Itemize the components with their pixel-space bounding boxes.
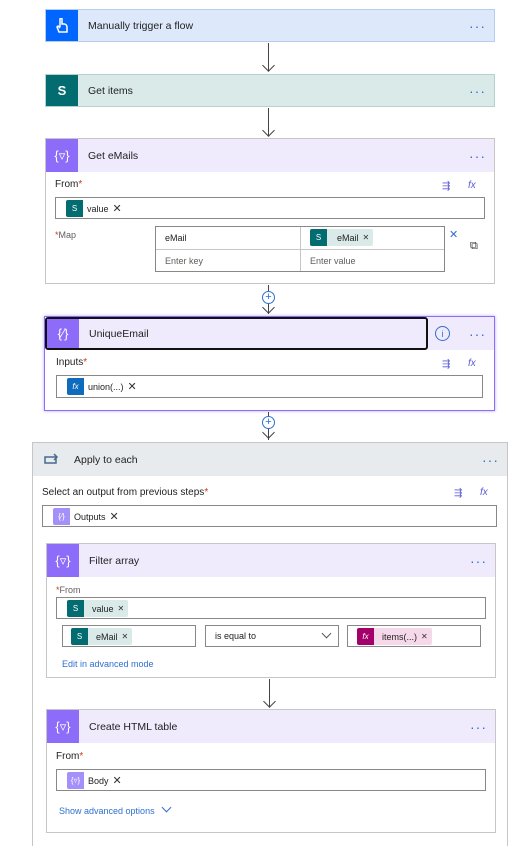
remove-token-icon[interactable]: ✕ [113,202,122,215]
arrow-head-icon [262,301,275,314]
body-token[interactable]: {▿} Body ✕ [67,772,126,789]
switch-map-mode-icon[interactable]: ⧉ [470,240,478,253]
dynamic-content-icon[interactable]: ⇶ [442,181,450,192]
expression-icon[interactable]: fx [480,487,488,498]
compose-icon: {∕} [47,319,79,348]
remove-token-icon[interactable]: ✕ [113,774,122,787]
sharepoint-icon: S [71,628,88,645]
edit-advanced-mode-link[interactable]: Edit in advanced mode [62,659,154,669]
sharepoint-icon: S [310,229,327,246]
apply-to-each-title: Apply to each [74,453,138,466]
from-field[interactable]: S value ✕ [55,197,485,219]
enter-value-field[interactable]: Enter value [310,256,356,266]
delete-row-icon[interactable]: ✕ [449,228,458,241]
from-label: From [56,751,80,762]
condition-left-field[interactable]: S eMail ✕ [62,625,196,647]
create-html-table-title: Create HTML table [89,720,178,733]
expression-icon[interactable]: fx [468,180,476,191]
info-icon[interactable]: i [435,326,450,341]
dynamic-content-icon[interactable]: ⇶ [442,359,450,370]
inputs-field[interactable]: fx union(...) ✕ [56,375,483,398]
get-emails-title: Get eMails [88,149,139,162]
select-output-field[interactable]: {∕} Outputs ✕ [42,505,497,527]
operator-value: is equal to [215,631,257,641]
remove-token-icon[interactable]: ✕ [122,632,129,641]
touch-icon [46,10,78,41]
sharepoint-icon: S [67,600,84,617]
show-advanced-options-link[interactable]: Show advanced options [59,802,172,816]
remove-token-icon[interactable]: ✕ [421,632,428,641]
unique-email-title: UniqueEmail [89,327,149,340]
email-token[interactable]: S eMail ✕ [310,229,374,246]
remove-token-icon[interactable]: ✕ [118,604,125,613]
unique-email-header[interactable]: {∕} UniqueEmail [45,317,428,350]
get-emails-card[interactable]: {▿} Get eMails ··· From* ⇶ fx S value ✕ … [45,138,495,284]
required-marker: * [78,179,83,190]
more-options-icon[interactable]: ··· [469,18,486,34]
required-marker: * [83,357,88,368]
outputs-token[interactable]: {∕} Outputs ✕ [53,508,123,525]
expression-icon: fx [357,628,374,645]
trigger-card[interactable]: Manually trigger a flow ··· [45,9,495,42]
filter-from-field[interactable]: S value ✕ [56,597,486,619]
more-options-icon[interactable]: ··· [469,326,486,342]
value-token[interactable]: S value ✕ [67,600,129,617]
union-token[interactable]: fx union(...) ✕ [67,378,141,395]
more-options-icon[interactable]: ··· [482,452,499,468]
expression-icon[interactable]: fx [468,358,476,369]
arrow-head-icon [262,124,275,137]
html-from-field[interactable]: {▿} Body ✕ [56,769,486,791]
enter-key-field[interactable]: Enter key [165,256,203,266]
remove-token-icon[interactable]: ✕ [110,510,119,523]
condition-right-field[interactable]: fx items(...) ✕ [347,625,481,647]
create-html-table-card[interactable]: {▿} Create HTML table ··· From* {▿} Body… [46,709,496,833]
trigger-title: Manually trigger a flow [88,19,194,32]
get-items-card[interactable]: S Get items ··· [45,74,495,107]
arrow-head-icon [263,695,276,708]
remove-token-icon[interactable]: ✕ [363,233,370,242]
data-operation-icon: {▿} [67,772,84,789]
sharepoint-icon: S [66,200,83,217]
required-marker: * [204,487,209,498]
inputs-label: Inputs [56,357,84,368]
compose-icon: {∕} [53,508,70,525]
more-options-icon[interactable]: ··· [469,148,486,164]
map-table: eMail S eMail ✕ Enter key Enter value [155,226,445,272]
more-options-icon[interactable]: ··· [469,83,486,99]
apply-to-each-card[interactable]: Apply to each ··· Select an output from … [32,442,508,846]
email-token[interactable]: S eMail ✕ [71,628,133,645]
map-key-field[interactable]: eMail [165,233,187,243]
map-label: Map [58,230,77,240]
filter-array-title: Filter array [89,554,140,567]
operator-dropdown[interactable]: is equal to [205,625,339,647]
select-output-label: Select an output from previous steps [42,487,205,498]
data-operation-icon: {▿} [47,544,79,577]
get-items-title: Get items [88,84,133,97]
unique-email-card[interactable]: {∕} UniqueEmail i ··· Inputs* ⇶ fx fx un… [44,316,495,411]
sharepoint-icon: S [46,75,78,106]
data-operation-icon: {▿} [47,710,79,743]
remove-token-icon[interactable]: ✕ [128,380,137,393]
more-options-icon[interactable]: ··· [470,719,487,735]
chevron-down-icon [321,628,332,639]
required-marker: * [79,751,84,762]
data-operation-icon: {▿} [46,139,78,172]
dynamic-content-icon[interactable]: ⇶ [454,488,462,499]
loop-icon [33,443,69,476]
value-token[interactable]: S value ✕ [66,200,126,217]
from-label: From [59,585,81,595]
expression-icon: fx [67,378,84,395]
arrow-head-icon [262,59,275,72]
from-label: From [55,179,79,190]
more-options-icon[interactable]: ··· [470,553,487,569]
filter-array-card[interactable]: {▿} Filter array ··· *From S value ✕ S e… [46,543,496,678]
chevron-down-icon [161,802,172,813]
items-token[interactable]: fx items(...) ✕ [357,628,432,645]
arrow-head-icon [262,426,275,439]
